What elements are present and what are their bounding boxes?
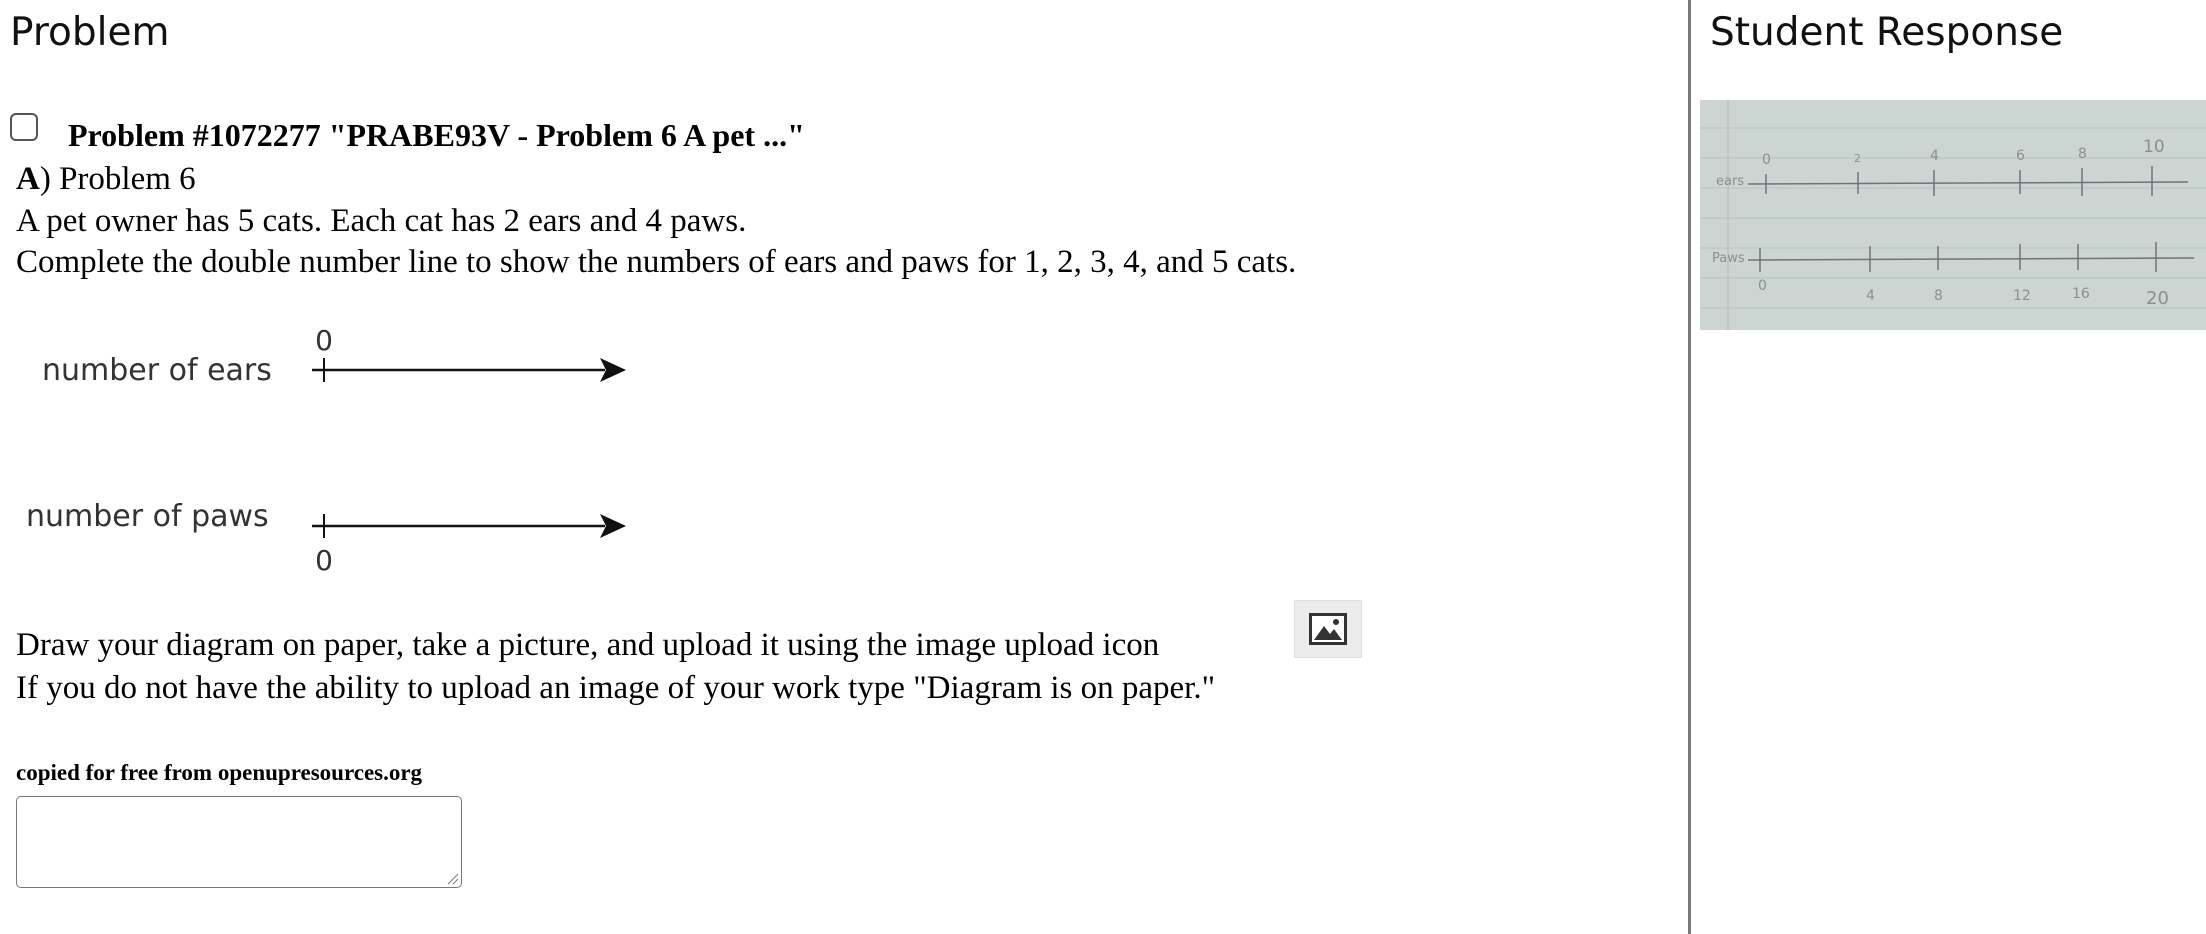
photo-ears-tick-10: 10 bbox=[2143, 137, 2165, 157]
photo-paws-tick-4: 4 bbox=[1866, 288, 1875, 304]
photo-ears-tick-6: 6 bbox=[2016, 148, 2025, 164]
ears-line-label: number of ears bbox=[42, 353, 272, 388]
student-response-panel: Student Response ears 0 2 4 6 8 10 Paws … bbox=[1691, 0, 2206, 934]
student-response-image[interactable]: ears 0 2 4 6 8 10 Paws 0 4 8 12 16 20 bbox=[1700, 100, 2206, 330]
problem-task: Complete the double number line to show … bbox=[16, 244, 1297, 280]
photo-ears-tick-2: 2 bbox=[1854, 152, 1861, 165]
photo-paws-tick-8: 8 bbox=[1934, 288, 1943, 304]
problem-header: Problem #1072277 "PRABE93V - Problem 6 A… bbox=[68, 117, 805, 153]
paws-line-label: number of paws bbox=[26, 499, 269, 534]
answer-textarea[interactable] bbox=[16, 796, 462, 888]
photo-paws-label: Paws bbox=[1712, 251, 1745, 266]
problem-statement: A pet owner has 5 cats. Each cat has 2 e… bbox=[16, 203, 747, 239]
photo-paws-tick-0: 0 bbox=[1758, 278, 1767, 294]
panel-title-problem: Problem bbox=[10, 10, 170, 55]
part-letter: A bbox=[16, 161, 40, 197]
resize-grip-icon[interactable] bbox=[445, 871, 459, 885]
part-title: A) Problem 6 bbox=[16, 161, 196, 198]
photo-paws-tick-20: 20 bbox=[2146, 288, 2169, 309]
credit-text: copied for free from openupresources.org bbox=[16, 760, 423, 785]
photo-ears-tick-0: 0 bbox=[1762, 152, 1771, 168]
photo-ears-tick-8: 8 bbox=[2078, 146, 2087, 162]
image-upload-icon[interactable] bbox=[1294, 600, 1362, 658]
part-title-text: ) Problem 6 bbox=[39, 161, 196, 197]
photo-ears-label: ears bbox=[1716, 174, 1744, 189]
no-upload-instruction: If you do not have the ability to upload… bbox=[16, 670, 1216, 706]
photo-ears-tick-4: 4 bbox=[1930, 148, 1939, 164]
upload-instruction: Draw your diagram on paper, take a pictu… bbox=[16, 627, 1160, 663]
panel-title-student-response: Student Response bbox=[1710, 10, 2064, 55]
photo-paws-tick-16: 16 bbox=[2072, 286, 2090, 302]
paws-zero-label: 0 bbox=[315, 544, 333, 577]
problem-panel: Problem Problem #1072277 "PRABE93V - Pro… bbox=[0, 0, 1688, 934]
double-number-line-diagram: number of ears 0 number of paws 0 bbox=[26, 324, 626, 577]
ears-zero-label: 0 bbox=[315, 324, 333, 357]
photo-paws-tick-12: 12 bbox=[2013, 288, 2031, 304]
image-upload-glyph bbox=[1309, 613, 1347, 645]
problem-select-checkbox[interactable] bbox=[10, 113, 38, 141]
